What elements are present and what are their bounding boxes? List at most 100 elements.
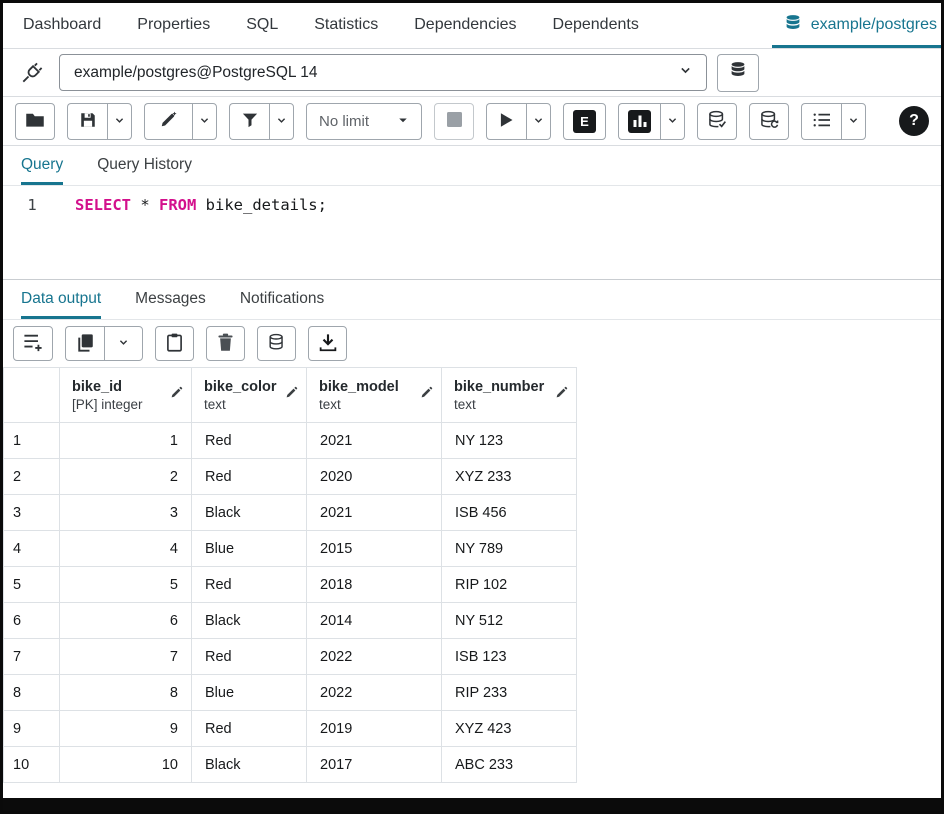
grid-cell[interactable]: 9 [60, 711, 192, 747]
explain-analyze-button[interactable] [618, 103, 660, 140]
grid-cell[interactable]: 6 [60, 603, 192, 639]
grid-cell[interactable]: RIP 233 [442, 675, 577, 711]
macros-button[interactable] [801, 103, 841, 140]
column-header[interactable]: bike_color text [192, 368, 307, 423]
grid-cell[interactable]: 2 [60, 459, 192, 495]
row-number-cell[interactable]: 2 [4, 459, 60, 495]
edit-column-icon[interactable] [420, 386, 433, 404]
grid-cell[interactable]: 2014 [307, 603, 442, 639]
grid-cell[interactable]: Red [192, 459, 307, 495]
grid-cell[interactable]: 10 [60, 747, 192, 783]
plug-icon[interactable] [15, 56, 49, 90]
grid-cell[interactable]: 2021 [307, 423, 442, 459]
row-number-cell[interactable]: 4 [4, 531, 60, 567]
paste-button[interactable] [155, 326, 194, 361]
grid-cell[interactable]: 1 [60, 423, 192, 459]
grid-cell[interactable]: Black [192, 495, 307, 531]
tab-statistics[interactable]: Statistics [314, 3, 378, 48]
tab-query-history[interactable]: Query History [97, 146, 192, 185]
tab-query[interactable]: Query [21, 146, 63, 185]
grid-cell[interactable]: 2019 [307, 711, 442, 747]
rollback-button[interactable] [749, 103, 789, 140]
grid-cell[interactable]: Black [192, 747, 307, 783]
tab-example-postgres[interactable]: example/postgres [772, 3, 941, 48]
grid-cell[interactable]: 3 [60, 495, 192, 531]
add-row-button[interactable] [13, 326, 53, 361]
row-number-cell[interactable]: 8 [4, 675, 60, 711]
grid-cell[interactable]: Red [192, 639, 307, 675]
grid-cell[interactable]: ISB 123 [442, 639, 577, 675]
execute-button[interactable] [486, 103, 526, 140]
edit-column-icon[interactable] [555, 386, 568, 404]
grid-cell[interactable]: Red [192, 567, 307, 603]
grid-cell[interactable]: ISB 456 [442, 495, 577, 531]
new-connection-button[interactable] [717, 54, 759, 92]
filter-button[interactable] [229, 103, 269, 140]
copy-dropdown-button[interactable] [104, 326, 143, 361]
sql-editor[interactable]: 1 SELECT * FROM bike_details; [3, 186, 941, 280]
save-dropdown-button[interactable] [107, 103, 132, 140]
edit-column-icon[interactable] [170, 386, 183, 404]
grid-cell[interactable]: Black [192, 603, 307, 639]
open-file-button[interactable] [15, 103, 55, 140]
tab-notifications[interactable]: Notifications [240, 280, 324, 319]
grid-cell[interactable]: XYZ 233 [442, 459, 577, 495]
grid-cell[interactable]: 5 [60, 567, 192, 603]
grid-cell[interactable]: 2015 [307, 531, 442, 567]
row-number-cell[interactable]: 9 [4, 711, 60, 747]
select-all-corner[interactable] [4, 368, 60, 423]
grid-cell[interactable]: 2018 [307, 567, 442, 603]
commit-button[interactable] [697, 103, 737, 140]
limit-select[interactable]: No limit [306, 103, 422, 140]
grid-cell[interactable]: Blue [192, 675, 307, 711]
row-number-cell[interactable]: 7 [4, 639, 60, 675]
row-number-cell[interactable]: 5 [4, 567, 60, 603]
tab-sql[interactable]: SQL [246, 3, 278, 48]
filter-dropdown-button[interactable] [269, 103, 294, 140]
row-number-cell[interactable]: 1 [4, 423, 60, 459]
connection-combobox[interactable]: example/postgres@PostgreSQL 14 [59, 54, 707, 91]
grid-cell[interactable]: 2022 [307, 639, 442, 675]
save-button[interactable] [67, 103, 107, 140]
tab-messages[interactable]: Messages [135, 280, 206, 319]
grid-cell[interactable]: RIP 102 [442, 567, 577, 603]
save-data-button[interactable] [257, 326, 296, 361]
execute-dropdown-button[interactable] [526, 103, 551, 140]
grid-cell[interactable]: 7 [60, 639, 192, 675]
grid-cell[interactable]: 2021 [307, 495, 442, 531]
grid-cell[interactable]: 8 [60, 675, 192, 711]
grid-cell[interactable]: 4 [60, 531, 192, 567]
row-number-cell[interactable]: 6 [4, 603, 60, 639]
sql-code-line[interactable]: SELECT * FROM bike_details; [61, 196, 327, 279]
edit-column-icon[interactable] [285, 386, 298, 404]
edit-dropdown-button[interactable] [192, 103, 217, 140]
grid-cell[interactable]: NY 789 [442, 531, 577, 567]
column-header[interactable]: bike_model text [307, 368, 442, 423]
grid-cell[interactable]: 2020 [307, 459, 442, 495]
row-number-cell[interactable]: 10 [4, 747, 60, 783]
grid-cell[interactable]: XYZ 423 [442, 711, 577, 747]
tab-dependencies[interactable]: Dependencies [414, 3, 516, 48]
tab-dashboard[interactable]: Dashboard [23, 3, 101, 48]
explain-button[interactable]: E [563, 103, 606, 140]
column-header[interactable]: bike_id [PK] integer [60, 368, 192, 423]
grid-cell[interactable]: Red [192, 423, 307, 459]
download-button[interactable] [308, 326, 347, 361]
grid-cell[interactable]: Red [192, 711, 307, 747]
copy-button[interactable] [65, 326, 104, 361]
row-number-cell[interactable]: 3 [4, 495, 60, 531]
grid-cell[interactable]: Blue [192, 531, 307, 567]
macros-dropdown-button[interactable] [841, 103, 866, 140]
tab-data-output[interactable]: Data output [21, 280, 101, 319]
delete-rows-button[interactable] [206, 326, 245, 361]
tab-properties[interactable]: Properties [137, 3, 210, 48]
help-button[interactable]: ? [899, 106, 929, 136]
grid-cell[interactable]: NY 123 [442, 423, 577, 459]
grid-cell[interactable]: ABC 233 [442, 747, 577, 783]
grid-cell[interactable]: 2022 [307, 675, 442, 711]
grid-cell[interactable]: 2017 [307, 747, 442, 783]
column-header[interactable]: bike_number text [442, 368, 577, 423]
cancel-query-button[interactable] [434, 103, 474, 140]
grid-cell[interactable]: NY 512 [442, 603, 577, 639]
explain-analyze-dropdown-button[interactable] [660, 103, 685, 140]
